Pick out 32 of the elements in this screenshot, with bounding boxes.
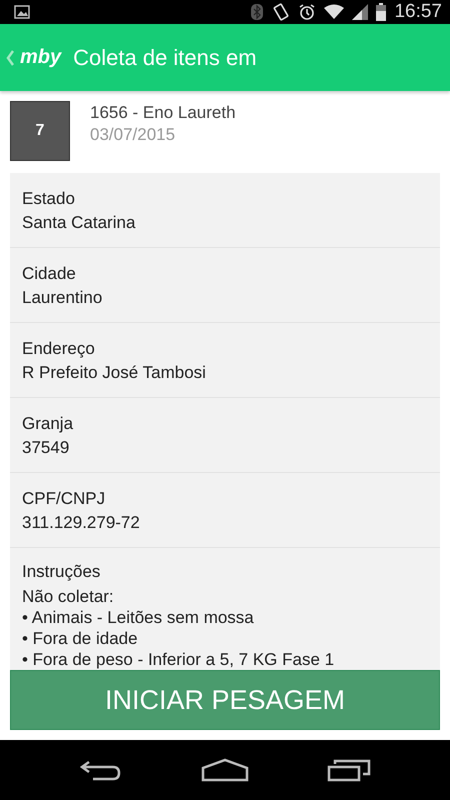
- field-label: Cidade: [22, 264, 77, 284]
- field-value: 37549: [22, 438, 70, 458]
- field-label: CPF/CNPJ: [22, 489, 106, 509]
- field-value: R Prefeito José Tambosi: [22, 363, 207, 383]
- clock: 16:57: [394, 1, 442, 23]
- collection-title: 1656 - Eno Laureth: [90, 103, 236, 123]
- instruction-line: Não coletar:: [22, 586, 115, 607]
- signal-icon: [352, 4, 368, 20]
- field-label: Estado: [22, 189, 76, 209]
- instruction-line: • Fora de idade: [22, 628, 139, 649]
- field-value: 311.129.279-72: [22, 513, 141, 533]
- alarm-icon: [298, 3, 316, 21]
- instruction-line: • Fora de peso - Inferior a 5, 7 KG Fase 1: [22, 649, 336, 670]
- screen-title: Coleta de itens em: [73, 44, 257, 70]
- wifi-icon: [324, 4, 344, 20]
- vibrate-icon: [272, 3, 290, 21]
- bluetooth-icon: [250, 3, 264, 21]
- field-value: Laurentino: [22, 288, 104, 308]
- number-badge: 7: [10, 101, 70, 161]
- collection-date: 03/07/2015: [90, 125, 176, 145]
- instruction-line: • Animais - Leitões sem mossa: [22, 607, 255, 628]
- battery-icon: [376, 3, 386, 21]
- picture-icon: [14, 5, 30, 19]
- back-icon[interactable]: [79, 758, 123, 782]
- logo[interactable]: mby: [20, 46, 62, 69]
- start-weighing-button[interactable]: INICIAR PESAGEM: [10, 670, 440, 730]
- recent-apps-icon[interactable]: [327, 758, 371, 782]
- field-value: Santa Catarina: [22, 213, 136, 233]
- field-label: Instruções: [22, 562, 102, 582]
- field-label: Granja: [22, 414, 74, 434]
- field-label: Endereço: [22, 339, 96, 359]
- home-icon[interactable]: [201, 758, 249, 782]
